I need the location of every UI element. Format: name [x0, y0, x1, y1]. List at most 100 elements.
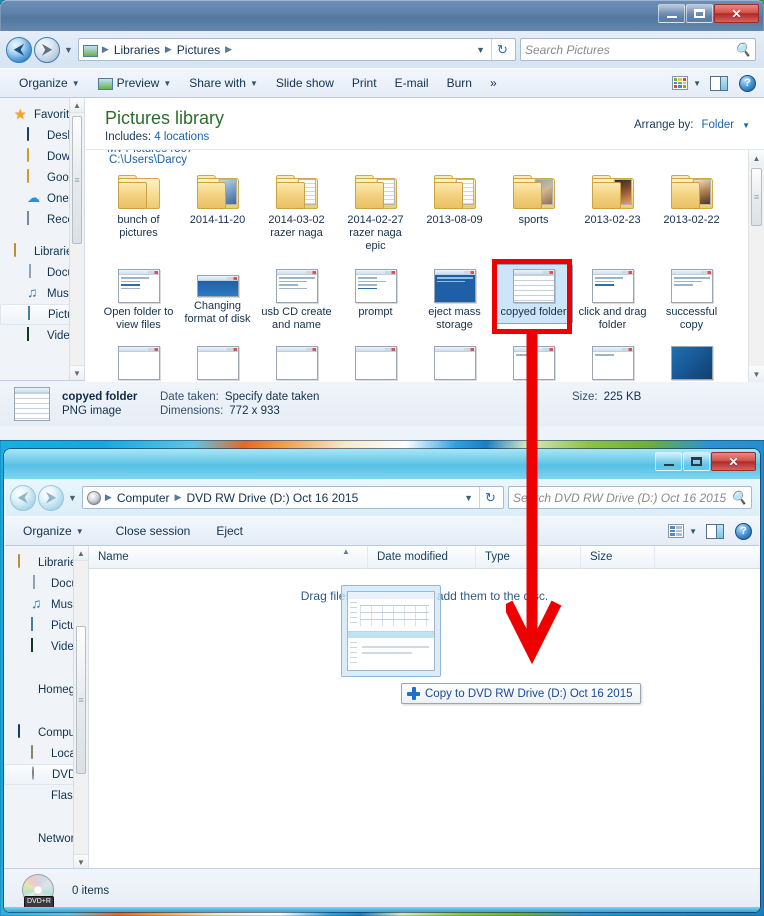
- file-item[interactable]: [99, 341, 178, 382]
- forward-button[interactable]: ⮞: [34, 36, 60, 63]
- preview-button[interactable]: Preview ▼: [89, 73, 181, 93]
- preview-pane-icon[interactable]: [706, 523, 724, 539]
- includes-locations-link[interactable]: 4 locations: [154, 131, 209, 143]
- view-grid-icon[interactable]: [672, 76, 689, 90]
- file-item[interactable]: click and drag folder: [573, 264, 652, 337]
- window1-content: Pictures library Includes: 4 locations A…: [85, 98, 764, 382]
- item-label: 2014-02-27 razer naga epic: [347, 214, 404, 252]
- address-history-caret-icon[interactable]: ▼: [470, 45, 491, 55]
- file-item[interactable]: [573, 341, 652, 382]
- folder-item[interactable]: bunch of pictures: [99, 170, 178, 258]
- file-item[interactable]: [336, 341, 415, 382]
- recent-pages-caret-icon[interactable]: ▼: [64, 45, 73, 55]
- minimize-button[interactable]: [655, 452, 682, 471]
- back-button[interactable]: ⮜: [10, 484, 36, 511]
- close-button[interactable]: ✕: [714, 4, 759, 23]
- email-button[interactable]: E-mail: [386, 73, 438, 93]
- forward-button[interactable]: ⮞: [38, 484, 64, 511]
- scroll-down-icon[interactable]: ▼: [749, 366, 764, 382]
- file-item[interactable]: [415, 341, 494, 382]
- scroll-up-icon[interactable]: ▲: [74, 546, 88, 561]
- breadcrumb-computer[interactable]: ▶ Computer: [103, 491, 173, 505]
- close-session-button[interactable]: Close session: [107, 521, 200, 541]
- folder-item[interactable]: 2013-02-22: [652, 170, 731, 258]
- close-button[interactable]: ✕: [711, 452, 756, 471]
- folder-item[interactable]: 2013-08-09: [415, 170, 494, 258]
- arrange-by-control[interactable]: Arrange by: Folder ▼: [634, 107, 750, 131]
- maximize-button[interactable]: [686, 4, 713, 23]
- window1-titlebar[interactable]: ✕: [0, 0, 764, 31]
- explorer-window-pictures[interactable]: ✕ ⮜ ⮞ ▼ ▶ Libraries ▶ Pictures ▶ ▼ ↻ Sea…: [0, 0, 764, 440]
- help-icon[interactable]: ?: [735, 522, 752, 540]
- navpane-scrollbar[interactable]: ▲ ≡ ▼: [69, 98, 84, 380]
- view-caret-icon[interactable]: ▼: [690, 79, 708, 88]
- view-list-icon[interactable]: [668, 524, 685, 538]
- file-item[interactable]: eject mass storage: [415, 264, 494, 337]
- column-headers: Name ▲ Date modified Type Size: [89, 545, 760, 569]
- folder-item[interactable]: 2014-03-02 razer naga: [257, 170, 336, 258]
- navpane-scroll-thumb[interactable]: ≡: [76, 626, 86, 774]
- file-item-copyed-folder[interactable]: copyed folder: [494, 264, 573, 337]
- eject-button[interactable]: Eject: [207, 521, 252, 541]
- print-button[interactable]: Print: [343, 73, 386, 93]
- breadcrumb-pictures[interactable]: ▶ Pictures ▶: [163, 43, 234, 57]
- address-bar[interactable]: ▶ Libraries ▶ Pictures ▶ ▼ ↻: [77, 38, 516, 61]
- sidebar-item-pictures[interactable]: Pictures: [0, 304, 84, 325]
- preview-pane-icon[interactable]: [710, 75, 728, 91]
- organize-button[interactable]: Organize ▼: [14, 521, 93, 541]
- file-item[interactable]: [257, 341, 336, 382]
- item-label: bunch of pictures: [117, 214, 160, 239]
- address-bar[interactable]: ▶ Computer ▶ DVD RW Drive (D:) Oct 16 20…: [81, 486, 504, 509]
- column-header-date-modified[interactable]: Date modified: [368, 545, 476, 569]
- window2-titlebar[interactable]: ✕: [4, 449, 760, 479]
- file-item[interactable]: Changing format of disk: [178, 264, 257, 337]
- folder-item[interactable]: 2014-02-27 razer naga epic: [336, 170, 415, 258]
- items-view[interactable]: My Pictures (50) C:\Users\Darcy bunch of…: [85, 150, 764, 382]
- folder-item[interactable]: 2014-11-20: [178, 170, 257, 258]
- burn-button[interactable]: Burn: [438, 73, 481, 93]
- breadcrumb-separator-icon: ▶: [101, 44, 109, 54]
- column-header-name[interactable]: Name ▲: [89, 545, 368, 569]
- minimize-button[interactable]: [658, 4, 685, 23]
- file-item[interactable]: usb CD create and name: [257, 264, 336, 337]
- breadcrumb-dvd-drive[interactable]: ▶ DVD RW Drive (D:) Oct 16 2015: [173, 491, 362, 505]
- item-label: 2014-03-02 razer naga: [268, 214, 325, 239]
- explorer-window-dvd-drive[interactable]: ✕ ⮜ ⮞ ▼ ▶ Computer ▶ DVD RW Drive (D:) O…: [4, 449, 760, 912]
- breadcrumb-libraries[interactable]: ▶ Libraries: [100, 43, 163, 57]
- maximize-button[interactable]: [683, 452, 710, 471]
- file-item[interactable]: Open folder to view files: [99, 264, 178, 337]
- scroll-up-icon[interactable]: ▲: [749, 150, 764, 166]
- scroll-down-icon[interactable]: ▼: [70, 365, 84, 380]
- window2-navigation-pane[interactable]: Libraries Documents ♫ Music Pictures Vid…: [4, 546, 89, 869]
- window1-navigation-pane[interactable]: ★ Favorites Desktop Downloads Google Dri…: [0, 98, 85, 380]
- navpane-scroll-thumb[interactable]: ≡: [72, 116, 82, 244]
- scroll-down-icon[interactable]: ▼: [74, 854, 88, 869]
- back-button[interactable]: ⮜: [6, 36, 32, 63]
- overflow-button[interactable]: »: [481, 73, 506, 93]
- share-with-button[interactable]: Share with ▼: [180, 73, 267, 93]
- items-scrollbar[interactable]: ▲ ≡ ▼: [748, 150, 764, 382]
- navpane-scrollbar[interactable]: ▲ ≡ ▼: [73, 546, 88, 869]
- folder-item[interactable]: 2013-02-23: [573, 170, 652, 258]
- items-row-folders: bunch of pictures 2014-11-20 2014-03-02 …: [85, 170, 764, 258]
- slide-show-button[interactable]: Slide show: [267, 73, 343, 93]
- refresh-icon[interactable]: ↻: [479, 487, 501, 508]
- help-icon[interactable]: ?: [739, 74, 756, 92]
- refresh-icon[interactable]: ↻: [491, 39, 513, 60]
- details-date-taken-value[interactable]: Specify date taken: [225, 391, 320, 403]
- file-item[interactable]: successful copy: [652, 264, 731, 337]
- column-header-size[interactable]: Size: [581, 545, 655, 569]
- file-item[interactable]: prompt: [336, 264, 415, 337]
- items-scroll-thumb[interactable]: ≡: [751, 168, 762, 226]
- search-input[interactable]: Search Pictures 🔍: [520, 38, 756, 61]
- file-item[interactable]: [178, 341, 257, 382]
- folder-item[interactable]: sports: [494, 170, 573, 258]
- recent-pages-caret-icon[interactable]: ▼: [68, 493, 77, 503]
- status-item-count: 0 items: [72, 884, 110, 897]
- view-caret-icon[interactable]: ▼: [686, 527, 704, 536]
- file-item[interactable]: [652, 341, 731, 382]
- scroll-up-icon[interactable]: ▲: [70, 98, 84, 113]
- organize-button[interactable]: Organize ▼: [10, 73, 89, 93]
- address-history-caret-icon[interactable]: ▼: [458, 493, 479, 503]
- sidebar-item-dvd-drive[interactable]: DVD RW Drive (D:): [4, 764, 88, 785]
